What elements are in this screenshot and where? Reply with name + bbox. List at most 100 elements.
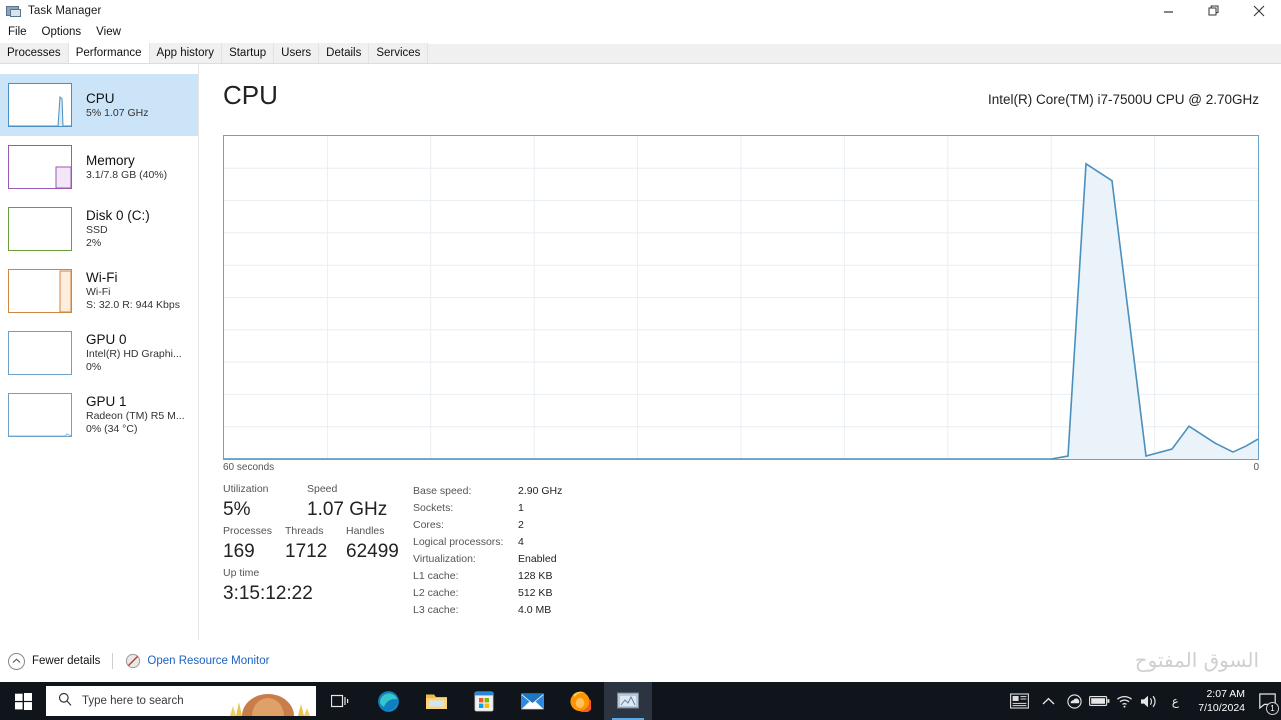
detail-virtualization: Virtualization: Enabled — [413, 550, 733, 567]
tab-performance[interactable]: Performance — [68, 43, 150, 63]
detail-value: 512 KB — [518, 586, 553, 599]
sidebar-item-sub2: S: 32.0 R: 944 Kbps — [86, 299, 180, 311]
sidebar-item-disk0[interactable]: Disk 0 (C:) SSD 2% — [0, 198, 198, 260]
graph-footer-labels: 60 seconds 0 — [223, 462, 1259, 476]
sidebar-item-sub: Wi-Fi — [86, 286, 111, 298]
language-indicator[interactable]: ع — [1162, 682, 1188, 720]
tab-startup[interactable]: Startup — [222, 43, 275, 63]
detail-label: Virtualization: — [413, 552, 476, 565]
stats-row-2: Processes 169 Threads 1712 Handles 62499 — [223, 524, 413, 565]
detail-value: 1 — [518, 501, 524, 514]
battery-icon[interactable] — [1086, 682, 1112, 720]
stat-value: 169 — [223, 541, 255, 562]
taskbar-clock[interactable]: 2:07 AM 7/10/2024 — [1198, 682, 1245, 720]
detail-value: 4.0 MB — [518, 603, 552, 616]
fewer-details-label: Fewer details — [32, 655, 101, 667]
detail-label: Cores: — [413, 518, 444, 531]
menu-item-options[interactable]: Options — [35, 24, 89, 40]
minimize-icon[interactable] — [1146, 0, 1191, 22]
tab-users[interactable]: Users — [274, 43, 320, 63]
stat-handles: Handles 62499 — [346, 524, 399, 565]
restore-icon[interactable] — [1191, 0, 1236, 22]
graph-min-label: 0 — [1253, 462, 1259, 473]
clock-time: 2:07 AM — [1206, 688, 1245, 700]
stats-row-1: Utilization 5% Speed 1.07 GHz — [223, 482, 413, 523]
status-divider — [112, 653, 114, 669]
wifi-thumbnail — [8, 269, 72, 313]
onedrive-icon[interactable] — [1062, 682, 1086, 720]
sidebar-item-cpu[interactable]: CPU 5% 1.07 GHz — [0, 74, 198, 136]
watermark-arabic: السوق المفتوح — [1134, 648, 1259, 672]
fewer-details-button[interactable]: Fewer details — [8, 652, 101, 670]
taskbar: Type here to search ع 2:07 AM 7/10/2024 … — [0, 682, 1281, 720]
sidebar-item-label: Wi-Fi — [86, 270, 118, 285]
stat-utilization: Utilization 5% — [223, 482, 281, 523]
window-controls — [1146, 0, 1281, 22]
stat-processes: Processes 169 — [223, 524, 285, 565]
tab-details[interactable]: Details — [319, 43, 370, 63]
taskbar-button-task-manager[interactable] — [604, 682, 652, 720]
show-hidden-icons-icon[interactable] — [1034, 682, 1062, 720]
open-resource-monitor-link[interactable]: Open Resource Monitor — [147, 655, 269, 667]
detail-value: 2 — [518, 518, 524, 531]
cpu-utilization-graph[interactable] — [223, 135, 1259, 460]
sidebar-item-gpu1[interactable]: GPU 1 Radeon (TM) R5 M... 0% (34 °C) — [0, 384, 198, 446]
search-input[interactable]: Type here to search — [46, 686, 316, 716]
main-body: CPU 5% 1.07 GHz Memory 3.1/7.8 GB (40%) — [0, 64, 1281, 640]
stat-value: 5% — [223, 499, 251, 520]
task-manager-icon — [6, 3, 22, 19]
sidebar-item-gpu0[interactable]: GPU 0 Intel(R) HD Graphi... 0% — [0, 322, 198, 384]
action-center-icon[interactable]: 1 — [1253, 682, 1281, 720]
close-icon[interactable] — [1236, 0, 1281, 22]
memory-thumbnail — [8, 145, 72, 189]
tab-processes[interactable]: Processes — [0, 43, 69, 63]
detail-value: 4 — [518, 535, 524, 548]
stat-label: Up time — [223, 567, 260, 579]
tab-strip: Processes Performance App history Startu… — [0, 43, 1281, 64]
sidebar-item-memory[interactable]: Memory 3.1/7.8 GB (40%) — [0, 136, 198, 198]
stats-row-3: Up time 3:15:12:22 — [223, 566, 413, 607]
tab-services[interactable]: Services — [369, 43, 429, 63]
sidebar-item-label: GPU 1 — [86, 394, 127, 409]
tab-app-history[interactable]: App history — [149, 43, 223, 63]
gpu0-thumbnail — [8, 331, 72, 375]
detail-label: L2 cache: — [413, 586, 459, 599]
task-manager-window: Task Manager File Options View Processes… — [0, 0, 1281, 720]
sidebar-item-sub: Intel(R) HD Graphi... — [86, 348, 182, 360]
detail-l3-cache: L3 cache: 4.0 MB — [413, 601, 733, 618]
chevron-up-circle-icon — [8, 652, 25, 670]
detail-label: Base speed: — [413, 484, 472, 497]
cpu-stats: Utilization 5% Speed 1.07 GHz Processes … — [223, 482, 1271, 632]
detail-label: Logical processors: — [413, 535, 504, 548]
panel-header: CPU Intel(R) Core(TM) i7-7500U CPU @ 2.7… — [223, 80, 1259, 120]
taskbar-button-firefox[interactable] — [556, 682, 604, 720]
resource-monitor-icon — [125, 653, 141, 669]
detail-l2-cache: L2 cache: 512 KB — [413, 584, 733, 601]
menu-item-file[interactable]: File — [1, 24, 34, 40]
sidebar-item-wifi[interactable]: Wi-Fi Wi-Fi S: 32.0 R: 944 Kbps — [0, 260, 198, 322]
stat-value: 62499 — [346, 541, 399, 562]
sidebar-item-label: Memory — [86, 152, 135, 168]
menu-item-view[interactable]: View — [89, 24, 128, 40]
sidebar-item-sub: 3.1/7.8 GB (40%) — [86, 168, 168, 181]
taskbar-button-microsoft-store[interactable] — [460, 682, 508, 720]
volume-icon[interactable] — [1136, 682, 1162, 720]
windows-start-icon[interactable] — [0, 682, 46, 720]
wifi-icon[interactable] — [1112, 682, 1136, 720]
stat-uptime: Up time 3:15:12:22 — [223, 566, 313, 607]
taskbar-button-edge[interactable] — [364, 682, 412, 720]
taskbar-button-mail[interactable] — [508, 682, 556, 720]
cpu-graph-svg — [224, 136, 1258, 459]
window-title: Task Manager — [28, 5, 102, 17]
taskbar-button-task-view[interactable] — [316, 682, 364, 720]
clock-date: 7/10/2024 — [1198, 702, 1245, 714]
status-bar: Fewer details Open Resource Monitor — [0, 640, 1281, 682]
stat-value: 1.07 GHz — [307, 499, 388, 520]
sidebar-item-sub: 5% 1.07 GHz — [86, 106, 149, 119]
cpu-model-label: Intel(R) Core(TM) i7-7500U CPU @ 2.70GHz — [987, 92, 1259, 107]
news-and-interests-icon[interactable] — [1004, 682, 1034, 720]
performance-panel: CPU Intel(R) Core(TM) i7-7500U CPU @ 2.7… — [199, 64, 1281, 640]
detail-value: 2.90 GHz — [518, 484, 563, 497]
taskbar-button-file-explorer[interactable] — [412, 682, 460, 720]
sidebar-item-sub2: 0% (34 °C) — [86, 423, 138, 435]
